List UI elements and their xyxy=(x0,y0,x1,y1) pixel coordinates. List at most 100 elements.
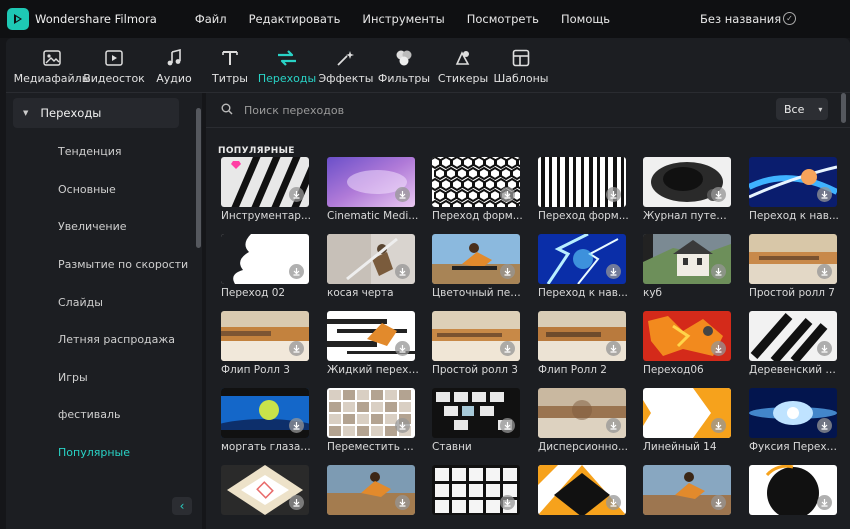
transition-thumbnail[interactable] xyxy=(221,465,309,515)
transition-thumbnail[interactable] xyxy=(538,388,626,438)
menu-view[interactable]: Посмотреть xyxy=(467,12,539,26)
download-icon[interactable] xyxy=(817,187,832,202)
transition-card[interactable]: Инструментар... xyxy=(221,157,311,222)
sidebar-item-games[interactable]: Игры xyxy=(58,371,88,384)
download-icon[interactable] xyxy=(606,264,621,279)
download-icon[interactable] xyxy=(606,341,621,356)
download-icon[interactable] xyxy=(395,264,410,279)
transition-thumbnail[interactable] xyxy=(643,388,731,438)
download-icon[interactable] xyxy=(606,495,621,510)
transition-thumbnail[interactable] xyxy=(327,311,415,361)
download-icon[interactable] xyxy=(289,495,304,510)
sidebar-item-trending[interactable]: Тенденция xyxy=(58,145,122,158)
download-icon[interactable] xyxy=(289,341,304,356)
menu-tools[interactable]: Инструменты xyxy=(362,12,444,26)
tab-audio[interactable]: Аудио xyxy=(144,38,204,92)
transition-thumbnail[interactable] xyxy=(643,311,731,361)
transition-card[interactable]: Cinematic Medi... xyxy=(327,157,418,222)
save-status-icon[interactable]: ✓ xyxy=(783,12,796,25)
download-icon[interactable] xyxy=(711,418,726,433)
download-icon[interactable] xyxy=(289,187,304,202)
tab-stock-video[interactable]: Видеосток xyxy=(83,38,145,92)
transition-thumbnail[interactable] xyxy=(538,465,626,515)
transition-card[interactable]: Жидкий перехо... xyxy=(327,311,419,376)
download-icon[interactable] xyxy=(606,187,621,202)
transition-thumbnail[interactable] xyxy=(749,388,837,438)
sidebar-item-basic[interactable]: Основные xyxy=(58,183,116,196)
collapse-sidebar-button[interactable]: ‹ xyxy=(172,497,192,515)
download-icon[interactable] xyxy=(817,418,832,433)
download-icon[interactable] xyxy=(395,341,410,356)
tab-filters[interactable]: Фильтры xyxy=(374,38,434,92)
download-icon[interactable] xyxy=(711,264,726,279)
transition-card[interactable]: Дисперсионно... xyxy=(538,388,628,453)
transition-card[interactable] xyxy=(327,465,415,515)
transition-thumbnail[interactable] xyxy=(327,157,415,207)
transition-thumbnail[interactable] xyxy=(327,234,415,284)
transition-card[interactable]: Переход 02 xyxy=(221,234,309,299)
menu-edit[interactable]: Редактировать xyxy=(249,12,341,26)
transition-card[interactable]: Переместить п... xyxy=(327,388,419,453)
transition-thumbnail[interactable] xyxy=(221,388,309,438)
transition-thumbnail[interactable] xyxy=(643,234,731,284)
download-icon[interactable] xyxy=(817,495,832,510)
transition-card[interactable]: Фуксия Перехо... xyxy=(749,388,841,453)
transition-card[interactable]: Переход форм... xyxy=(432,157,523,222)
main-scrollbar[interactable] xyxy=(841,93,846,123)
transition-thumbnail[interactable] xyxy=(749,234,837,284)
transition-card[interactable]: моргать глазами xyxy=(221,388,313,453)
search-input[interactable] xyxy=(244,101,544,119)
download-icon[interactable] xyxy=(395,495,410,510)
transition-thumbnail[interactable] xyxy=(538,311,626,361)
sidebar-item-summer-sale[interactable]: Летняя распродажа xyxy=(58,333,175,346)
transition-thumbnail[interactable] xyxy=(432,311,520,361)
download-icon[interactable] xyxy=(817,341,832,356)
tab-templates[interactable]: Шаблоны xyxy=(492,38,550,92)
transition-card[interactable] xyxy=(643,465,731,515)
download-icon[interactable] xyxy=(500,264,515,279)
transition-thumbnail[interactable] xyxy=(538,157,626,207)
transition-thumbnail[interactable] xyxy=(221,311,309,361)
transition-card[interactable]: косая черта xyxy=(327,234,415,299)
transition-thumbnail[interactable] xyxy=(327,465,415,515)
sidebar-item-zoom[interactable]: Увеличение xyxy=(58,220,127,233)
transition-card[interactable]: Журнал путеш... xyxy=(643,157,735,222)
sidebar-item-speed-blur[interactable]: Размытие по скорости xyxy=(58,258,188,271)
transition-thumbnail[interactable] xyxy=(538,234,626,284)
tab-stickers[interactable]: Стикеры xyxy=(434,38,492,92)
sidebar-header-transitions[interactable]: ▼ Переходы xyxy=(13,98,179,128)
transition-thumbnail[interactable] xyxy=(432,234,520,284)
transition-card[interactable]: Переход к нав... xyxy=(538,234,628,299)
download-icon[interactable] xyxy=(500,341,515,356)
tab-titles[interactable]: Титры xyxy=(204,38,256,92)
tab-effects[interactable]: Эффекты xyxy=(318,38,374,92)
transition-card[interactable]: Ставни xyxy=(432,388,520,453)
sidebar-scrollbar[interactable] xyxy=(196,108,201,248)
transition-thumbnail[interactable] xyxy=(432,157,520,207)
transition-thumbnail[interactable] xyxy=(749,311,837,361)
transition-thumbnail[interactable] xyxy=(432,465,520,515)
transition-thumbnail[interactable] xyxy=(749,157,837,207)
download-icon[interactable] xyxy=(711,187,726,202)
download-icon[interactable] xyxy=(711,341,726,356)
menu-file[interactable]: Файл xyxy=(195,12,227,26)
sidebar-item-popular[interactable]: Популярные xyxy=(58,446,130,459)
transition-thumbnail[interactable] xyxy=(643,465,731,515)
transition-thumbnail[interactable] xyxy=(432,388,520,438)
transition-card[interactable]: Переход к нав... xyxy=(749,157,839,222)
download-icon[interactable] xyxy=(711,495,726,510)
transition-thumbnail[interactable] xyxy=(221,157,309,207)
transition-card[interactable]: куб xyxy=(643,234,731,299)
transition-card[interactable] xyxy=(538,465,626,515)
transition-card[interactable]: Простой ролл 3 xyxy=(432,311,520,376)
download-icon[interactable] xyxy=(500,418,515,433)
transition-card[interactable] xyxy=(749,465,837,515)
download-icon[interactable] xyxy=(395,418,410,433)
transition-card[interactable]: Флип Ролл 2 xyxy=(538,311,626,376)
download-icon[interactable] xyxy=(606,418,621,433)
download-icon[interactable] xyxy=(395,187,410,202)
filter-dropdown[interactable]: Все ▾ xyxy=(776,98,828,120)
transition-thumbnail[interactable] xyxy=(643,157,731,207)
transition-thumbnail[interactable] xyxy=(327,388,415,438)
download-icon[interactable] xyxy=(500,495,515,510)
